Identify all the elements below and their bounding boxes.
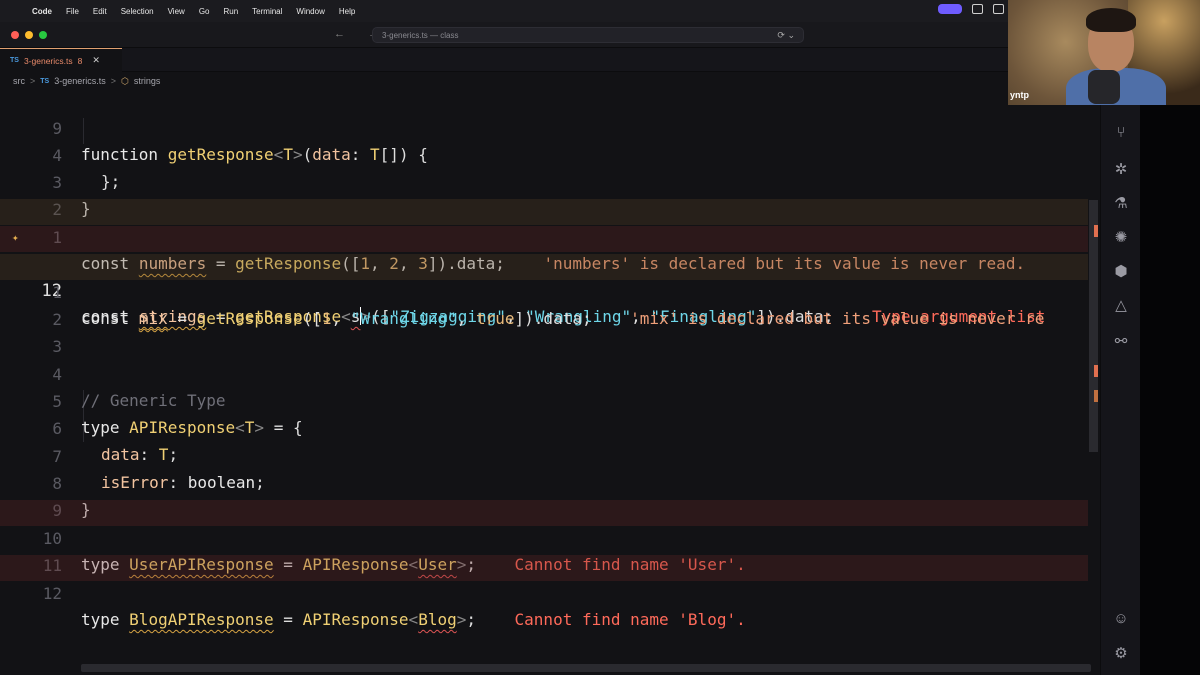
- command-center-label: 3-generics.ts — class: [382, 31, 459, 40]
- microphone-icon: [1088, 70, 1120, 104]
- typescript-icon: TS: [10, 57, 19, 64]
- offscreen-area: [1140, 105, 1200, 675]
- menu-selection[interactable]: Selection: [121, 7, 154, 16]
- code-line[interactable]: 9: [0, 472, 1100, 520]
- horizontal-scrollbar[interactable]: [81, 664, 1091, 672]
- code-line[interactable]: 6 data: T;: [0, 390, 1100, 464]
- copilot-icon[interactable]: ⟳ ⌄: [777, 30, 795, 41]
- menu-window[interactable]: Window: [296, 7, 324, 16]
- screen-record-icon[interactable]: [938, 4, 962, 14]
- menu-run[interactable]: Run: [223, 7, 238, 16]
- scrollbar-error-marker: [1094, 365, 1098, 377]
- source-control-icon[interactable]: ⑂: [1101, 124, 1141, 141]
- debug-icon[interactable]: ✺: [1101, 228, 1141, 246]
- code-line[interactable]: 8 }: [0, 445, 1100, 519]
- testing-icon[interactable]: ⚗: [1101, 194, 1141, 212]
- triangle-icon[interactable]: △: [1101, 296, 1141, 314]
- breadcrumb-separator: >: [30, 76, 36, 86]
- code-line[interactable]: 11: [0, 527, 1100, 575]
- presenter-hair: [1086, 8, 1136, 32]
- lightbulb-icon[interactable]: ✦: [12, 232, 19, 244]
- menu-terminal[interactable]: Terminal: [252, 7, 282, 16]
- code-line[interactable]: 3: [0, 308, 1100, 356]
- command-center[interactable]: 3-generics.ts — class ⟳ ⌄: [372, 27, 804, 43]
- line-number: 12: [42, 584, 62, 603]
- code-line-error[interactable]: 10 type UserAPIResponse = APIResponse<Us…: [0, 500, 1100, 574]
- close-tab-icon[interactable]: ✕: [92, 55, 100, 66]
- code-line[interactable]: 5 type APIResponse<T> = {: [0, 363, 1100, 437]
- code-line[interactable]: 3 }: [0, 144, 1100, 218]
- window-titlebar: ← → 3-generics.ts — class ⟳ ⌄: [0, 22, 1008, 48]
- minimize-window-icon[interactable]: [25, 31, 33, 39]
- menu-go[interactable]: Go: [199, 7, 210, 16]
- webcam-caption: yntp: [1010, 90, 1029, 100]
- window-icon[interactable]: [972, 4, 983, 14]
- code-line[interactable]: 4 // Generic Type: [0, 336, 1100, 410]
- code-line-warning[interactable]: 1 const mix = getResponse([1, "Wrangling…: [0, 254, 1100, 328]
- package-icon[interactable]: ⬢: [1101, 262, 1141, 280]
- menu-help[interactable]: Help: [339, 7, 355, 16]
- scrollbar-thumb[interactable]: [1089, 200, 1098, 452]
- clipboard-icon[interactable]: [993, 4, 1004, 14]
- code-line[interactable]: 2: [0, 281, 1100, 329]
- close-window-icon[interactable]: [11, 31, 19, 39]
- activity-bar: ⑂ ✲ ⚗ ✺ ⬢ △ ⚯ ☺ ⚙: [1100, 90, 1140, 675]
- code-line[interactable]: 4 };: [0, 117, 1100, 191]
- problem-count-badge: 8: [77, 55, 83, 66]
- settings-gear-icon[interactable]: ⚙: [1101, 644, 1141, 662]
- line-content: type BlogAPIResponse = APIResponse<Blog>…: [81, 610, 746, 629]
- breadcrumb: src > TS 3-generics.ts > ⬡ strings: [0, 72, 1100, 90]
- code-line[interactable]: 2: [0, 171, 1100, 219]
- scrollbar-warning-marker: [1094, 390, 1098, 402]
- tab-3-generics[interactable]: TS 3-generics.ts 8 ✕: [0, 48, 122, 72]
- menu-code[interactable]: Code: [32, 7, 52, 16]
- inline-diagnostic-error: Cannot find name 'Blog'.: [514, 610, 746, 629]
- account-icon[interactable]: ☺: [1101, 610, 1141, 627]
- vertical-scrollbar[interactable]: [1088, 90, 1100, 675]
- traffic-lights: [11, 31, 47, 39]
- link-icon[interactable]: ⚯: [1101, 332, 1141, 350]
- code-line-error[interactable]: 12 type BlogAPIResponse = APIResponse<Bl…: [0, 555, 1100, 629]
- breadcrumb-symbol[interactable]: strings: [134, 76, 161, 86]
- editor-tabbar: TS 3-generics.ts 8 ✕: [0, 48, 1008, 72]
- menu-file[interactable]: File: [66, 7, 79, 16]
- breadcrumb-folder[interactable]: src: [13, 76, 25, 86]
- breadcrumb-file[interactable]: 3-generics.ts: [54, 76, 106, 86]
- scrollbar-error-marker: [1094, 225, 1098, 237]
- code-line-active[interactable]: ✦ 12 const strings = getResponse<s>(["Zi…: [0, 226, 1100, 326]
- maximize-window-icon[interactable]: [39, 31, 47, 39]
- code-line-warning[interactable]: 1 const numbers = getResponse([1, 2, 3])…: [0, 199, 1100, 273]
- menu-view[interactable]: View: [168, 7, 185, 16]
- code-editor[interactable]: 9 function getResponse<T>(data: T[]) { 4…: [0, 90, 1100, 675]
- code-line[interactable]: 7 isError: boolean;: [0, 418, 1100, 492]
- typescript-icon: TS: [40, 77, 50, 85]
- menu-edit[interactable]: Edit: [93, 7, 107, 16]
- menubar-status-icons: [938, 4, 1004, 14]
- webcam-overlay: yntp: [1008, 0, 1200, 105]
- extensions-icon[interactable]: ✲: [1101, 160, 1141, 178]
- breadcrumb-separator: >: [110, 76, 117, 86]
- code-line[interactable]: 9 function getResponse<T>(data: T[]) {: [0, 90, 1100, 164]
- symbol-icon: ⬡: [121, 75, 129, 86]
- tab-label: 3-generics.ts: [23, 55, 73, 66]
